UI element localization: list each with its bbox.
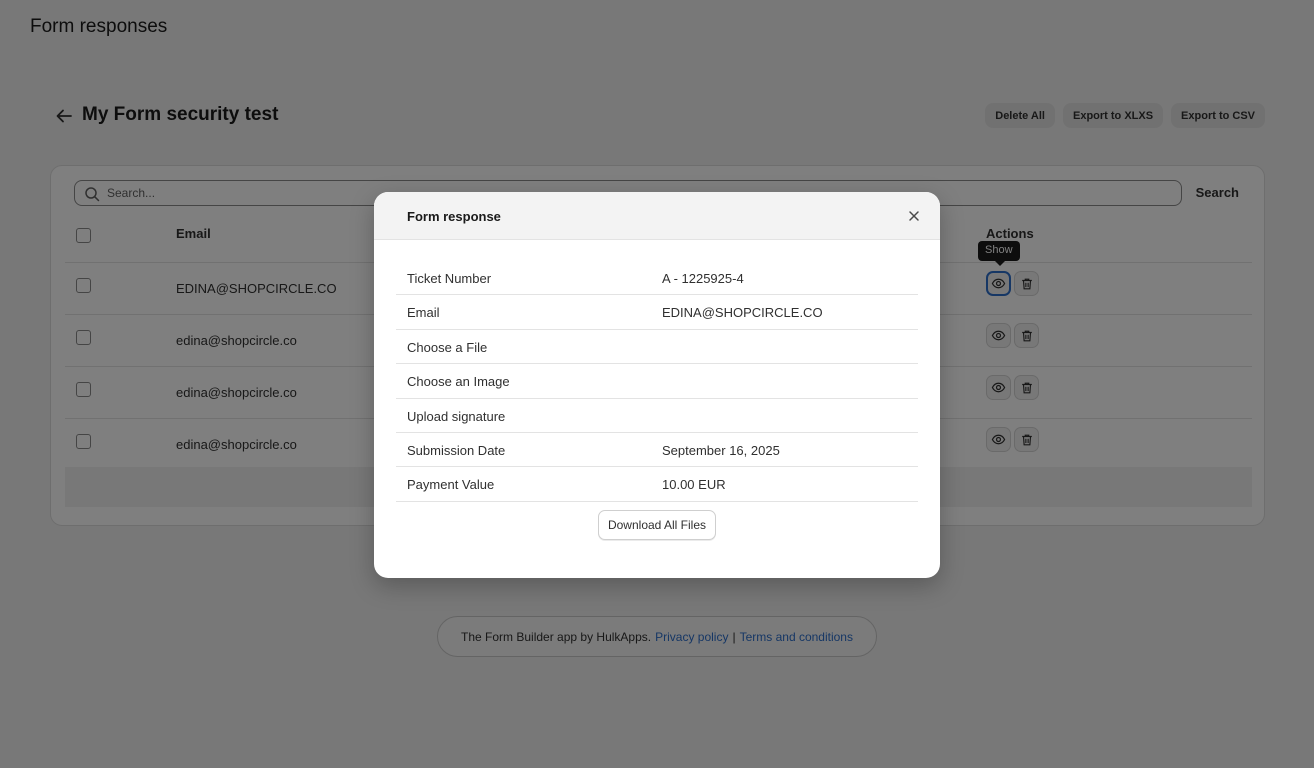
field-row: Choose a File xyxy=(396,330,918,365)
field-row: Email EDINA@SHOPCIRCLE.CO xyxy=(396,295,918,330)
modal-header: Form response xyxy=(374,192,940,240)
field-row: Ticket Number A - 1225925-4 xyxy=(396,261,918,296)
modal-title: Form response xyxy=(407,209,501,224)
field-row: Choose an Image xyxy=(396,364,918,399)
field-label: Upload signature xyxy=(407,408,506,424)
field-label: Email xyxy=(407,305,440,321)
field-label: Payment Value xyxy=(407,477,495,493)
form-response-modal: Form response Ticket Number A - 1225925-… xyxy=(374,192,940,578)
field-value: EDINA@SHOPCIRCLE.CO xyxy=(662,305,823,321)
field-row: Submission Date September 16, 2025 xyxy=(396,433,918,468)
field-row: Payment Value 10.00 EUR xyxy=(396,467,918,502)
field-row: Upload signature xyxy=(396,399,918,433)
field-value: 10.00 EUR xyxy=(662,477,726,493)
field-label: Submission Date xyxy=(407,442,506,458)
field-value: A - 1225925-4 xyxy=(662,271,744,286)
field-label: Choose an Image xyxy=(407,374,510,390)
field-value: September 16, 2025 xyxy=(662,442,780,458)
field-label: Ticket Number xyxy=(407,271,492,286)
close-icon[interactable] xyxy=(906,208,922,224)
response-fields: Ticket Number A - 1225925-4 Email EDINA@… xyxy=(396,261,918,502)
field-label: Choose a File xyxy=(407,339,488,355)
download-all-files-button[interactable]: Download All Files xyxy=(598,510,716,540)
